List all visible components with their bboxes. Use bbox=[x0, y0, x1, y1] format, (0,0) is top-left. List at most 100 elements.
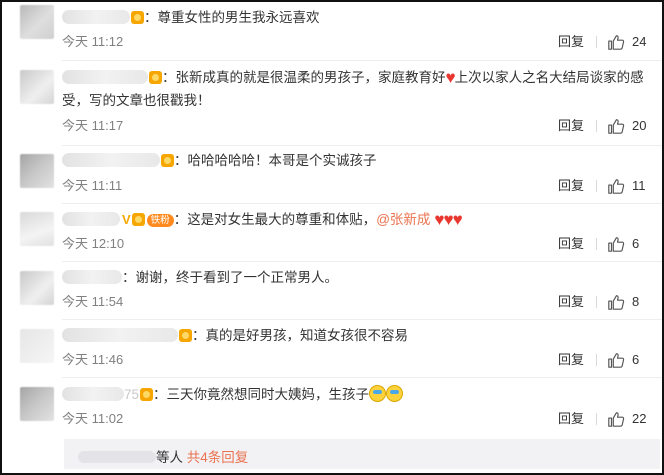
avatar[interactable] bbox=[20, 5, 54, 39]
comment-item: V 铁粉 ：这是对女生最大的尊重和体贴，@张新成 ♥♥♥ 今天 12:10 回复 6 bbox=[16, 209, 656, 259]
comment-list: ：尊重女性的男生我永远喜欢 今天 11:12 回复 24 ：张新成真的就是很温柔… bbox=[0, 0, 664, 475]
comment-item: ：真的是好男孩，知道女孩很不容易 今天 11:46 回复 6 bbox=[16, 325, 656, 375]
timestamp: 今天 11:54 bbox=[62, 294, 124, 309]
divider bbox=[62, 145, 662, 146]
divider bbox=[62, 319, 662, 320]
comment-text: 尊重女性的男生我永远喜欢 bbox=[157, 10, 320, 25]
like-count: 20 bbox=[632, 118, 647, 133]
reply-button[interactable]: 回复 bbox=[558, 349, 584, 371]
reply-button[interactable]: 回复 bbox=[558, 408, 584, 430]
comment-meta: 今天 11:54 回复 8 bbox=[62, 291, 648, 313]
avatar[interactable] bbox=[20, 212, 54, 246]
reply-button[interactable]: 回复 bbox=[558, 233, 584, 255]
heart-emoji: ♥ bbox=[445, 68, 456, 87]
reply-button[interactable]: 回复 bbox=[558, 291, 584, 313]
avatar[interactable] bbox=[20, 329, 54, 363]
divider bbox=[62, 203, 662, 204]
divider bbox=[62, 60, 662, 61]
username[interactable] bbox=[62, 153, 160, 167]
username[interactable] bbox=[62, 70, 148, 84]
reply-button[interactable]: 回复 bbox=[558, 175, 584, 197]
action-divider bbox=[596, 296, 597, 308]
comment-text: 谢谢，终于看到了一个正常男人。 bbox=[135, 270, 339, 285]
comment-actions: 回复 6 bbox=[558, 233, 648, 255]
comment-line: ：尊重女性的男生我永远喜欢 bbox=[62, 7, 656, 29]
avatar[interactable] bbox=[20, 154, 54, 188]
mention-link[interactable]: @张新成 bbox=[376, 212, 430, 227]
comment-item: ：哈哈哈哈哈！本哥是个实诚孩子 今天 11:11 回复 11 bbox=[16, 150, 656, 200]
comment-meta: 今天 11:11 回复 11 bbox=[62, 175, 648, 197]
view-all-replies-link[interactable]: 共4条回复 bbox=[187, 450, 249, 465]
fan-badge-icon bbox=[140, 388, 154, 401]
fan-badge-icon bbox=[161, 154, 174, 167]
comment-line: ：真的是好男孩，知道女孩很不容易 bbox=[62, 325, 656, 347]
verified-v-icon: V bbox=[122, 212, 131, 227]
username[interactable] bbox=[62, 270, 122, 284]
like-count: 24 bbox=[632, 34, 647, 49]
divider bbox=[62, 261, 662, 262]
comment-actions: 回复 20 bbox=[558, 115, 648, 137]
reply-usernames bbox=[78, 451, 156, 463]
username[interactable] bbox=[62, 10, 130, 24]
timestamp: 今天 12:10 bbox=[62, 236, 125, 251]
action-divider bbox=[596, 413, 597, 425]
fan-badge-icon bbox=[131, 11, 144, 24]
thumbs-up-icon[interactable] bbox=[607, 293, 625, 311]
comment-meta: 今天 11:12 回复 24 bbox=[62, 31, 648, 53]
comment-item: ：张新成真的就是很温柔的男孩子，家庭教育好♥上次以家人之名大结局谈家的感受，写的… bbox=[16, 66, 656, 138]
comment-line: V 铁粉 ：这是对女生最大的尊重和体贴，@张新成 ♥♥♥ bbox=[62, 209, 656, 231]
thumbs-up-icon[interactable] bbox=[607, 351, 625, 369]
timestamp: 今天 11:12 bbox=[62, 34, 124, 49]
action-divider bbox=[596, 354, 597, 366]
comment-line: ：张新成真的就是很温柔的男孩子，家庭教育好♥上次以家人之名大结局谈家的感受，写的… bbox=[62, 68, 644, 108]
comment-item: ：尊重女性的男生我永远喜欢 今天 11:12 回复 24 bbox=[16, 5, 656, 57]
username[interactable] bbox=[62, 328, 178, 342]
timestamp: 今天 11:46 bbox=[62, 352, 124, 367]
comment-meta: 今天 11:17 回复 20 bbox=[62, 115, 648, 137]
reply-button[interactable]: 回复 bbox=[558, 115, 584, 137]
avatar[interactable] bbox=[20, 70, 54, 104]
like-count: 6 bbox=[632, 236, 640, 251]
comment-actions: 回复 22 bbox=[558, 408, 648, 430]
comment-actions: 回复 11 bbox=[558, 175, 648, 197]
thumbs-up-icon[interactable] bbox=[607, 117, 625, 135]
action-divider bbox=[596, 238, 597, 250]
comment-item: ：谢谢，终于看到了一个正常男人。 今天 11:54 回复 8 bbox=[16, 267, 656, 317]
thumbs-up-icon[interactable] bbox=[607, 33, 625, 51]
fan-badge-icon bbox=[149, 71, 162, 84]
username[interactable] bbox=[62, 212, 120, 226]
comment-line: ：哈哈哈哈哈！本哥是个实诚孩子 bbox=[62, 150, 656, 172]
avatar[interactable] bbox=[20, 387, 54, 421]
thumbs-up-icon[interactable] bbox=[607, 235, 625, 253]
reply-button[interactable]: 回复 bbox=[558, 31, 584, 53]
timestamp: 今天 11:17 bbox=[62, 118, 124, 133]
heart-emoji: ♥♥♥ bbox=[434, 210, 462, 229]
nested-replies-bar: 等人 共4条回复 bbox=[64, 439, 660, 469]
thumbs-up-icon[interactable] bbox=[607, 177, 625, 195]
comment-meta: 今天 11:46 回复 6 bbox=[62, 349, 648, 371]
comment-line: 75 ：三天你竟然想同时大姨妈，生孩子 bbox=[62, 384, 656, 406]
divider bbox=[62, 377, 662, 378]
like-count: 8 bbox=[632, 294, 640, 309]
username-fragment: 75 bbox=[124, 387, 140, 402]
comment-text: 这是对女生最大的尊重和体贴， bbox=[187, 212, 377, 227]
replies-who-suffix: 等人 bbox=[156, 450, 183, 465]
crying-laughing-emoji bbox=[369, 385, 387, 402]
comment-text: 哈哈哈哈哈！本哥是个实诚孩子 bbox=[187, 153, 377, 168]
avatar[interactable] bbox=[20, 271, 54, 305]
crying-laughing-emoji bbox=[386, 385, 404, 402]
comment-actions: 回复 24 bbox=[558, 31, 648, 53]
action-divider bbox=[596, 120, 597, 132]
comment-actions: 回复 6 bbox=[558, 349, 648, 371]
comment-actions: 回复 8 bbox=[558, 291, 648, 313]
comment-text: 真的是好男孩，知道女孩很不容易 bbox=[205, 328, 409, 343]
username[interactable] bbox=[62, 387, 124, 401]
comment-item: 75 ：三天你竟然想同时大姨妈，生孩子 今天 11:02 回复 22 bbox=[16, 384, 656, 434]
comment-text: 张新成真的就是很温柔的男孩子，家庭教育好 bbox=[175, 70, 446, 85]
timestamp: 今天 11:02 bbox=[62, 411, 124, 426]
timestamp: 今天 11:11 bbox=[62, 178, 123, 193]
fan-level-badge: 铁粉 bbox=[146, 214, 174, 227]
like-count: 6 bbox=[632, 352, 640, 367]
action-divider bbox=[596, 36, 597, 48]
thumbs-up-icon[interactable] bbox=[607, 410, 625, 428]
